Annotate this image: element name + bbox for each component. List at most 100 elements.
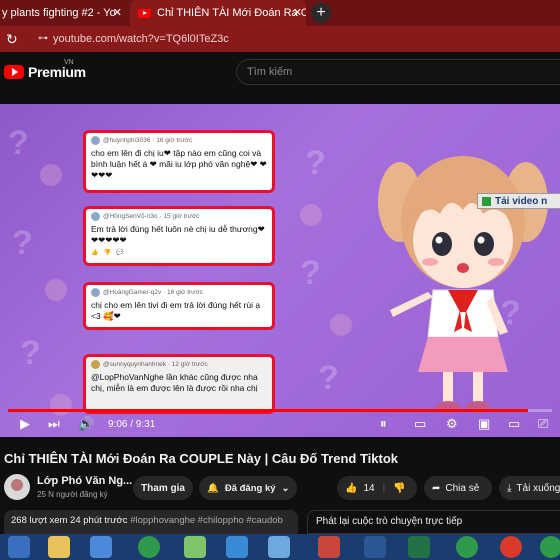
chrome-icon[interactable] (540, 536, 560, 558)
app-icon[interactable] (226, 536, 248, 558)
cartoon-girl-illustration (378, 156, 548, 413)
description-box[interactable]: 268 lượt xem 24 phút trước #lopphovanghe… (4, 510, 298, 534)
download-video-label: Tải video n (495, 195, 548, 207)
share-icon: ➦ (432, 482, 441, 494)
chibi-decoration (300, 204, 322, 226)
avatar (91, 136, 100, 145)
chat-label: Phát lại cuộc trò chuyện trực tiếp (316, 516, 463, 527)
youtube-favicon-icon (138, 8, 151, 18)
subscriber-count: 25 N người đăng ký (37, 490, 108, 499)
subscribed-button[interactable]: 🔔 Đã đăng ký ⌄ (199, 476, 297, 500)
cast-icon[interactable]: ⎚ (538, 416, 548, 432)
browser-tab-plants[interactable]: y plants fighting #2 - Yo ✕ (0, 0, 126, 26)
theater-mode-icon[interactable]: ▭ (508, 416, 520, 432)
question-mark-decoration: ? (20, 334, 41, 372)
autoplay-toggle-icon[interactable]: ⏸ (380, 416, 387, 432)
comment-text: @LopPhoVanNghe lần khác cũng được nha ch… (91, 372, 258, 393)
channel-name[interactable]: Lớp Phó Văn Ng... (37, 475, 132, 487)
comment-text: Em trả lời đúng hết luôn nè chị iu dễ th… (91, 224, 265, 245)
subscribed-label: Đã đăng ký (224, 482, 276, 494)
region-code: VN (64, 59, 74, 66)
download-label: Tải xuống (516, 482, 560, 494)
comment-card: @sunnyquynhanhnek · 12 giờ trước @LopPho… (83, 354, 275, 414)
question-mark-decoration: ? (12, 224, 33, 262)
video-player[interactable]: ? ? ? ? ? ? ? @huynhphi3036 · 16 giờ trư… (0, 104, 560, 437)
logo-text: Premium (28, 64, 86, 80)
hashtags[interactable]: #lopphovanghe #chiloppho #caudob (130, 515, 283, 526)
like-button[interactable]: 👍 14 (337, 483, 375, 494)
chrome-icon[interactable] (456, 536, 478, 558)
thumbs-up-icon: 👍 (345, 482, 358, 494)
comment-card: @huynhphi3036 · 16 giờ trước cho em lên … (83, 130, 275, 193)
question-mark-decoration: ? (300, 254, 321, 292)
comment-user: @huynhphi3036 · 16 giờ trước (103, 137, 193, 144)
progress-bar[interactable] (8, 409, 552, 412)
comment-text: chị cho em lên tivi đi em trả lời đúng h… (91, 300, 261, 321)
browser-tab-strip: y plants fighting #2 - Yo ✕ Chỉ THIÊN TÀ… (0, 0, 560, 26)
thumbs-down-icon[interactable]: 👎 (393, 483, 405, 494)
close-icon[interactable]: ✕ (113, 6, 122, 19)
comment-card: @HoàngGamer-q2v · 16 giờ trước chị cho e… (83, 282, 275, 330)
close-icon[interactable]: ✕ (293, 6, 302, 19)
browser-tab-active[interactable]: Chỉ THIÊN TÀI Mới Đoán Ra COU ✕ (130, 0, 306, 26)
chrome-icon[interactable] (500, 536, 522, 558)
address-bar: ↻ ⊶ youtube.com/watch?v=TQ6l0ITeZ3c (0, 26, 560, 52)
subtitles-icon[interactable]: ▭ (414, 416, 426, 432)
chrome-icon[interactable] (138, 536, 160, 558)
app-icon[interactable] (268, 536, 290, 558)
avatar (91, 212, 100, 221)
volume-icon[interactable]: 🔊 (78, 416, 94, 432)
comment-user: @sunnyquynhanhnek · 12 giờ trước (103, 361, 208, 368)
question-mark-decoration: ? (318, 359, 339, 397)
time-display: 9:06 / 9:31 (108, 419, 156, 430)
comment-text: cho em lên đi chị iu❤ tập nào em cũng co… (91, 148, 267, 180)
new-tab-button[interactable]: + (311, 3, 331, 23)
url-field[interactable]: youtube.com/watch?v=TQ6l0ITeZ3c (53, 33, 229, 45)
divider: | (382, 482, 386, 494)
download-arrow-icon (482, 196, 491, 206)
comment-user: @HồngSenVõ-n3o · 15 giờ trước (103, 213, 200, 220)
download-button[interactable]: ⤓ Tải xuống (499, 476, 560, 500)
channel-avatar[interactable] (4, 474, 30, 500)
search-input[interactable]: Tìm kiếm (236, 59, 560, 85)
comment-card: @HồngSenVõ-n3o · 15 giờ trước Em trả lời… (83, 206, 275, 266)
youtube-header: Premium VN Tìm kiếm (0, 52, 560, 90)
excel-icon[interactable] (408, 536, 430, 558)
search-placeholder: Tìm kiếm (247, 66, 293, 78)
comment-actions: 👍 👎 💬 (91, 250, 124, 256)
like-dislike-group: 👍 14 | 👎 (337, 476, 417, 500)
comment-user: @HoàngGamer-q2v · 16 giờ trước (103, 289, 204, 296)
like-count: 14 (363, 482, 375, 494)
chibi-decoration (45, 279, 67, 301)
app-icon[interactable] (184, 536, 206, 558)
start-icon[interactable] (8, 536, 30, 558)
youtube-logo[interactable]: Premium (4, 64, 86, 80)
powerpoint-icon[interactable] (318, 536, 340, 558)
chibi-decoration (50, 394, 72, 416)
next-icon[interactable]: ⏭ (48, 416, 60, 432)
reload-icon[interactable]: ↻ (6, 31, 18, 48)
progress-fill (8, 409, 529, 412)
view-stats: 268 lượt xem 24 phút trước (11, 515, 128, 526)
share-button[interactable]: ➦ Chia sẻ (424, 476, 492, 500)
question-mark-decoration: ? (305, 144, 326, 182)
avatar (91, 360, 100, 369)
live-chat-replay[interactable]: Phát lại cuộc trò chuyện trực tiếp (307, 510, 560, 534)
settings-gear-icon[interactable]: ⚙ (446, 416, 458, 432)
play-icon[interactable]: ▶ (20, 416, 30, 432)
join-button[interactable]: Tham gia (133, 476, 193, 500)
file-explorer-icon[interactable] (48, 536, 70, 558)
media-player-icon[interactable] (90, 536, 112, 558)
question-mark-decoration: ? (8, 124, 29, 162)
tab-label: y plants fighting #2 - Yo (2, 7, 116, 19)
miniplayer-icon[interactable]: ▣ (478, 416, 490, 432)
tab-label: Chỉ THIÊN TÀI Mới Đoán Ra COU (157, 7, 306, 19)
word-icon[interactable] (364, 536, 386, 558)
bell-icon: 🔔 (207, 482, 219, 494)
taskbar (0, 534, 560, 560)
chevron-down-icon: ⌄ (281, 482, 290, 494)
download-icon: ⤓ (507, 482, 512, 494)
share-label: Chia sẻ (445, 482, 480, 494)
download-video-button[interactable]: Tải video n (477, 193, 560, 209)
site-info-icon[interactable]: ⊶ (38, 33, 48, 44)
